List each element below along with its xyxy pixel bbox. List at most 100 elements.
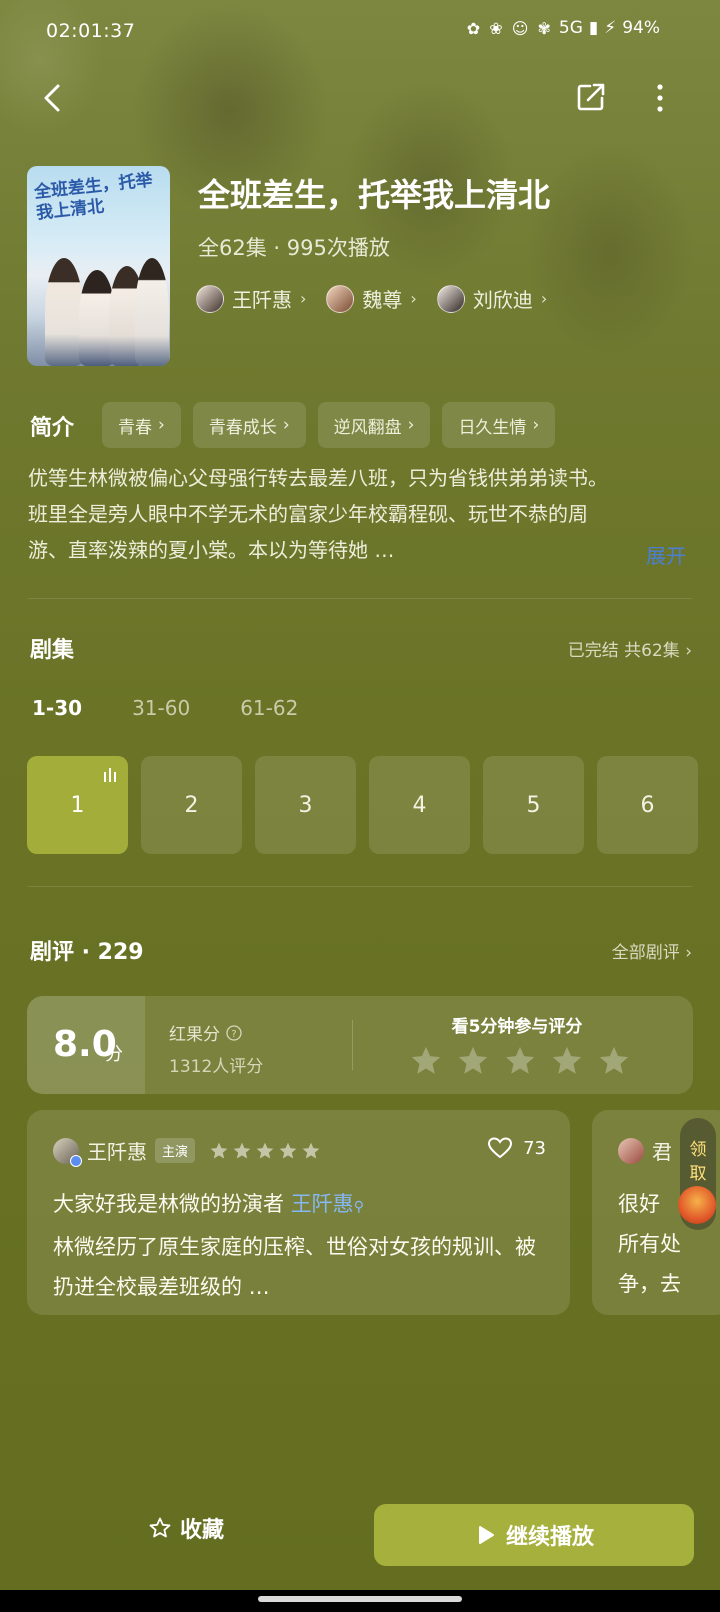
score-card: 8.0 分 红果分 ? 1312人评分 看5分钟参与评分: [27, 996, 693, 1094]
verified-icon: [70, 1154, 82, 1167]
episode-button[interactable]: 4: [369, 756, 470, 854]
show-description: 优等生林微被偏心父母强行转去最差八班，只为省钱供弟弟读书。班里全是旁人眼中不学无…: [28, 466, 608, 562]
chevron-right-icon: ›: [685, 943, 692, 963]
like-button[interactable]: 73: [487, 1136, 546, 1160]
score-label: 红果分 ?: [169, 1020, 242, 1045]
episode-number: 4: [412, 792, 427, 818]
tag-chip[interactable]: 青春成长 ›: [192, 402, 306, 448]
episode-number: 6: [640, 792, 655, 818]
episode-button[interactable]: 5: [483, 756, 584, 854]
section-divider: [28, 598, 692, 599]
heart-icon: [488, 1137, 513, 1159]
chevron-right-icon: ›: [685, 641, 692, 661]
network-indicator: 5G: [558, 18, 583, 38]
chevron-right-icon: ›: [300, 289, 307, 308]
help-icon[interactable]: ?: [226, 1024, 242, 1041]
role-badge: 主演: [155, 1138, 196, 1163]
reviews-heading: 剧评 · 229: [30, 940, 144, 965]
chevron-right-icon: ›: [158, 415, 165, 435]
more-vertical-icon: [657, 84, 663, 112]
rate-prompt: 看5分钟参与评分: [451, 1017, 583, 1037]
show-poster[interactable]: 全班差生，托举我上清北: [27, 166, 170, 366]
star-icon: [233, 1142, 251, 1158]
episode-button[interactable]: 2: [141, 756, 242, 854]
poster-title-text: 全班差生，托举我上清北: [33, 170, 154, 224]
episodes-status-link[interactable]: 已完结 共62集 ›: [568, 636, 692, 661]
chevron-right-icon: ›: [410, 289, 417, 308]
poster-figure: [135, 258, 169, 366]
review-text-prefix: 大家好我是林微的扮演者: [53, 1192, 284, 1216]
review-text-rest: 林微经历了原生家庭的压榨、世俗对女孩的规训、被扔进全校最差班级的 …: [53, 1235, 536, 1299]
share-button[interactable]: [574, 80, 608, 114]
chevron-right-icon: ›: [532, 415, 540, 435]
star-icon: [302, 1142, 320, 1158]
cast-item[interactable]: 王阡惠 ›: [196, 284, 306, 313]
star-icon: [210, 1142, 228, 1158]
avatar: [53, 1137, 82, 1167]
reward-pot-icon[interactable]: [678, 1186, 716, 1224]
score-label-text: 红果分: [169, 1025, 220, 1045]
mention-link[interactable]: 王阡惠: [291, 1192, 354, 1216]
episode-button[interactable]: 3: [255, 756, 356, 854]
tag-label: 逆风翻盘: [333, 417, 402, 438]
episode-button[interactable]: 1: [27, 756, 128, 854]
chevron-right-icon: ›: [407, 415, 415, 435]
star-icon[interactable]: [550, 1044, 584, 1078]
reward-label: 取: [689, 1164, 707, 1184]
review-text: 大家好我是林微的扮演者 王阡惠⚲ 林微经历了原生家庭的压榨、世俗对女孩的规训、被…: [53, 1184, 553, 1307]
all-reviews-link[interactable]: 全部剧评 ›: [612, 938, 692, 963]
cast-name: 魏尊: [362, 288, 403, 312]
avatar: [618, 1137, 644, 1164]
avatar: [326, 284, 355, 313]
tag-label: 青春: [118, 417, 152, 438]
notification-icons: ✿ ❀ ☺ ✾: [466, 18, 553, 38]
episode-number: 5: [526, 792, 541, 818]
tab-episode-range[interactable]: 1-30: [32, 696, 82, 720]
tab-episode-range[interactable]: 31-60: [132, 696, 190, 720]
search-icon: ⚲: [353, 1199, 364, 1215]
reviewer-name: 王阡惠: [87, 1140, 147, 1164]
star-icon[interactable]: [456, 1044, 490, 1078]
continue-play-label: 继续播放: [505, 1525, 594, 1550]
tag-chip[interactable]: 逆风翻盘 ›: [317, 402, 431, 448]
reward-label: 领: [689, 1140, 707, 1160]
favorite-button[interactable]: 收藏: [148, 1512, 224, 1544]
home-indicator[interactable]: [258, 1596, 462, 1602]
play-icon: [478, 1526, 494, 1544]
episode-range-tabs: 1-30 31-60 61-62: [32, 696, 298, 720]
cast-name: 刘欣迪: [472, 288, 533, 312]
review-card[interactable]: 王阡惠 主演 73 大家好我是林微的扮演者 王阡惠⚲ 林微经历了原生家庭的压榨、…: [27, 1110, 570, 1315]
episodes-status: 已完结 共62集: [567, 641, 680, 661]
cast-item[interactable]: 刘欣迪 ›: [436, 284, 547, 313]
avatar: [436, 284, 465, 313]
like-count: 73: [523, 1137, 546, 1159]
review-line: 所有处: [618, 1232, 681, 1256]
cast-item[interactable]: 魏尊 ›: [326, 284, 417, 313]
continue-play-button[interactable]: 继续播放: [374, 1504, 694, 1566]
more-button[interactable]: [648, 80, 672, 116]
star-outline-icon: [149, 1517, 171, 1538]
tag-list: 青春 › 青春成长 › 逆风翻盘 › 日久生情 ›: [102, 402, 556, 448]
star-icon[interactable]: [503, 1044, 537, 1078]
star-icon[interactable]: [409, 1044, 443, 1078]
cast-list: 王阡惠 › 魏尊 › 刘欣迪 ›: [196, 284, 547, 313]
back-button[interactable]: [36, 80, 72, 116]
show-title: 全班差生，托举我上清北: [198, 176, 551, 214]
expand-link[interactable]: 展开: [646, 540, 686, 569]
star-icon[interactable]: [597, 1044, 631, 1078]
cast-name: 王阡惠: [232, 288, 292, 312]
star-icon: [256, 1142, 274, 1158]
tag-chip[interactable]: 青春 ›: [102, 402, 181, 448]
battery-level: 94%: [622, 18, 660, 38]
share-icon: [577, 83, 605, 111]
show-meta: 全62集 · 995次播放: [198, 236, 390, 260]
status-bar-right: ✿ ❀ ☺ ✾ 5G ▮ ⚡ 94%: [467, 18, 660, 38]
tag-label: 日久生情: [458, 417, 527, 438]
episode-number: 1: [70, 792, 85, 818]
status-time: 02:01:37: [46, 20, 136, 42]
reviewer-name: 君: [652, 1140, 672, 1164]
tag-chip[interactable]: 日久生情 ›: [442, 402, 556, 448]
tab-episode-range[interactable]: 61-62: [240, 696, 298, 720]
episode-button[interactable]: 6: [597, 756, 698, 854]
chevron-left-icon: [44, 84, 60, 112]
